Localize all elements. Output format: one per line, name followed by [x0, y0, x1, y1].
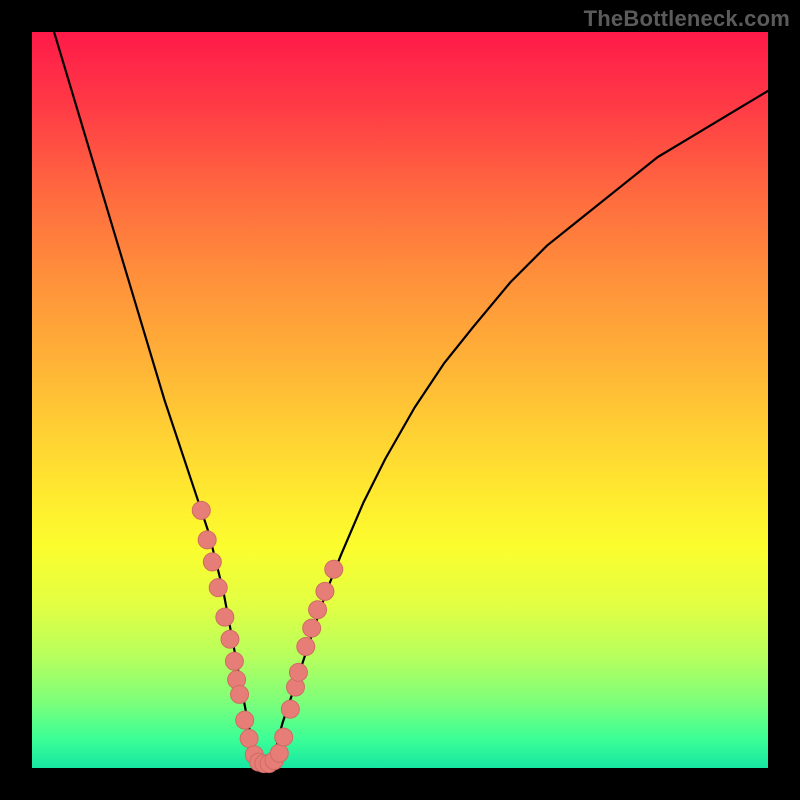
- data-dot: [270, 744, 288, 762]
- data-dot: [325, 560, 343, 578]
- data-dot: [309, 601, 327, 619]
- watermark-text: TheBottleneck.com: [584, 6, 790, 32]
- data-dot: [316, 582, 334, 600]
- bottleneck-curve: [54, 32, 768, 764]
- data-dot: [192, 501, 210, 519]
- data-dot: [281, 700, 299, 718]
- data-dot: [231, 685, 249, 703]
- data-dots: [192, 501, 342, 772]
- data-dot: [203, 553, 221, 571]
- data-dot: [216, 608, 234, 626]
- chart-frame: TheBottleneck.com: [0, 0, 800, 800]
- data-dot: [240, 730, 258, 748]
- curve-layer: [32, 32, 768, 768]
- data-dot: [289, 663, 307, 681]
- data-dot: [209, 579, 227, 597]
- data-dot: [225, 652, 243, 670]
- data-dot: [275, 728, 293, 746]
- data-dot: [221, 630, 239, 648]
- data-dot: [198, 531, 216, 549]
- data-dot: [236, 711, 254, 729]
- plot-area: [32, 32, 768, 768]
- data-dot: [297, 638, 315, 656]
- data-dot: [303, 619, 321, 637]
